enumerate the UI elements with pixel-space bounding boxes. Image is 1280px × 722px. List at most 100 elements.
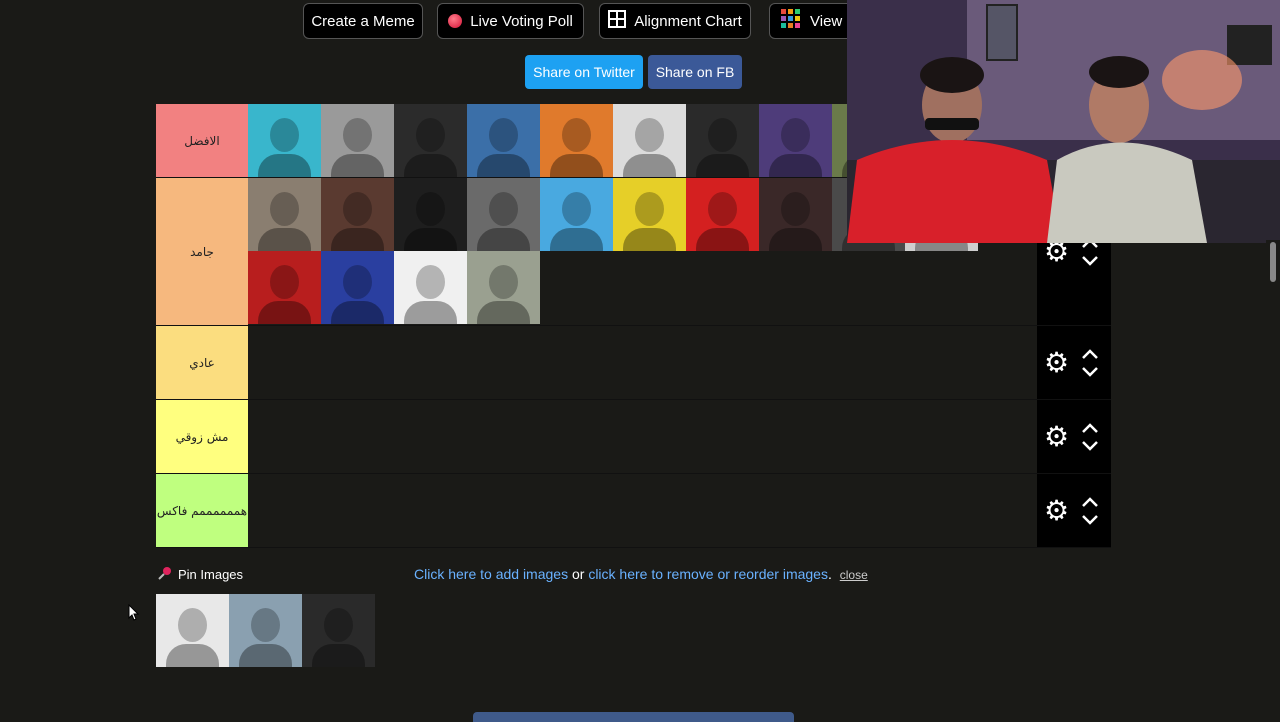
view-button[interactable]: View C: [769, 3, 859, 39]
chevron-up-icon[interactable]: [1081, 496, 1099, 508]
red-dot-icon: [448, 14, 463, 28]
chevron-up-icon[interactable]: [1081, 348, 1099, 360]
alignment-chart-label: Alignment Chart: [634, 12, 742, 30]
pin-icon: [158, 566, 172, 583]
tier-image[interactable]: [248, 251, 321, 324]
pin-images-toggle[interactable]: Pin Images: [158, 566, 243, 583]
create-meme-label: Create a Meme: [311, 12, 415, 30]
webcam-scene: [847, 0, 1280, 243]
mouse-cursor-icon: [128, 603, 140, 627]
tier-image[interactable]: [394, 104, 467, 177]
chevron-down-icon[interactable]: [1081, 366, 1099, 378]
tier-items[interactable]: [248, 400, 1037, 473]
tier-image[interactable]: [613, 178, 686, 251]
pinned-images: [156, 594, 375, 667]
tier-image[interactable]: [321, 104, 394, 177]
tier-image[interactable]: [759, 178, 832, 251]
thumb-face: [251, 608, 280, 642]
thumb-face: [489, 118, 518, 152]
pin-images-label: Pin Images: [178, 567, 244, 582]
tier-image[interactable]: [321, 251, 394, 324]
thumb-body: [623, 228, 676, 251]
tier-label[interactable]: الافضل: [156, 104, 248, 177]
tier-image[interactable]: [467, 251, 540, 324]
thumb-body: [623, 154, 676, 177]
move-arrows: [1081, 348, 1099, 378]
thumb-face: [562, 118, 591, 152]
thumb-face: [562, 192, 591, 226]
thumb-body: [404, 301, 457, 324]
tier-image[interactable]: [394, 178, 467, 251]
tier-label[interactable]: هممممممم فاكس: [156, 474, 248, 547]
tier-image[interactable]: [540, 178, 613, 251]
share-twitter-button[interactable]: Share on Twitter: [525, 55, 643, 89]
share-twitter-label: Share on Twitter: [533, 64, 635, 80]
thumb-body: [550, 154, 603, 177]
thumb-face: [343, 265, 372, 299]
scrollbar-thumb[interactable]: [1270, 242, 1276, 282]
tier-label[interactable]: عادي: [156, 326, 248, 399]
tier-items[interactable]: [248, 326, 1037, 399]
share-fb-button[interactable]: Share on FB: [648, 55, 742, 89]
tier-image[interactable]: [467, 178, 540, 251]
chevron-down-icon[interactable]: [1081, 255, 1099, 267]
thumb-body: [258, 301, 311, 324]
tier-controls: ⚙: [1037, 326, 1111, 399]
tier-image[interactable]: [467, 104, 540, 177]
tier-label[interactable]: جامد: [156, 178, 248, 325]
page-scrollbar[interactable]: [1266, 240, 1280, 720]
thumb-body: [769, 154, 822, 177]
thumb-face: [324, 608, 353, 642]
thumb-body: [696, 228, 749, 251]
chevron-down-icon[interactable]: [1081, 440, 1099, 452]
thumb-body: [239, 644, 292, 667]
tier-image[interactable]: [321, 178, 394, 251]
tier-image[interactable]: [540, 104, 613, 177]
period-text: .: [827, 566, 832, 582]
tier-image[interactable]: [248, 178, 321, 251]
thumb-body: [331, 301, 384, 324]
tier-label[interactable]: مش زوقي: [156, 400, 248, 473]
thumb-face: [781, 118, 810, 152]
tier-image[interactable]: [613, 104, 686, 177]
create-meme-button[interactable]: Create a Meme: [303, 3, 423, 39]
thumb-face: [708, 118, 737, 152]
thumb-face: [781, 192, 810, 226]
add-images-link[interactable]: Click here to add images: [414, 566, 568, 582]
thumb-face: [489, 192, 518, 226]
thumb-face: [343, 118, 372, 152]
thumb-body: [769, 228, 822, 251]
chevron-up-icon[interactable]: [1081, 422, 1099, 434]
tier-image[interactable]: [394, 251, 467, 324]
pinned-image[interactable]: [302, 594, 375, 667]
thumb-body: [477, 228, 530, 251]
or-text: or: [568, 566, 589, 582]
tier-image[interactable]: [686, 178, 759, 251]
tier-image[interactable]: [686, 104, 759, 177]
tier-row: هممممممم فاكس ⚙: [156, 474, 1111, 548]
live-voting-poll-button[interactable]: Live Voting Poll: [437, 3, 584, 39]
tier-image[interactable]: [248, 104, 321, 177]
alignment-chart-button[interactable]: Alignment Chart: [599, 3, 751, 39]
tier-controls: ⚙: [1037, 400, 1111, 473]
move-arrows: [1081, 422, 1099, 452]
remove-reorder-images-link[interactable]: click here to remove or reorder images: [588, 566, 828, 582]
gear-icon[interactable]: ⚙: [1044, 496, 1069, 525]
tier-row: عادي ⚙: [156, 326, 1111, 400]
pinned-image[interactable]: [156, 594, 229, 667]
thumb-face: [270, 265, 299, 299]
tier-controls: ⚙: [1037, 474, 1111, 547]
close-link[interactable]: close: [840, 568, 868, 582]
tier-image[interactable]: [759, 104, 832, 177]
thumb-body: [258, 228, 311, 251]
pinned-image[interactable]: [229, 594, 302, 667]
tier-items[interactable]: [248, 474, 1037, 547]
bottom-action-bar[interactable]: [473, 712, 794, 722]
thumb-body: [550, 228, 603, 251]
thumb-face: [270, 192, 299, 226]
gear-icon[interactable]: ⚙: [1044, 422, 1069, 451]
chevron-down-icon[interactable]: [1081, 514, 1099, 526]
move-arrows: [1081, 496, 1099, 526]
gear-icon[interactable]: ⚙: [1044, 348, 1069, 377]
thumb-body: [477, 154, 530, 177]
